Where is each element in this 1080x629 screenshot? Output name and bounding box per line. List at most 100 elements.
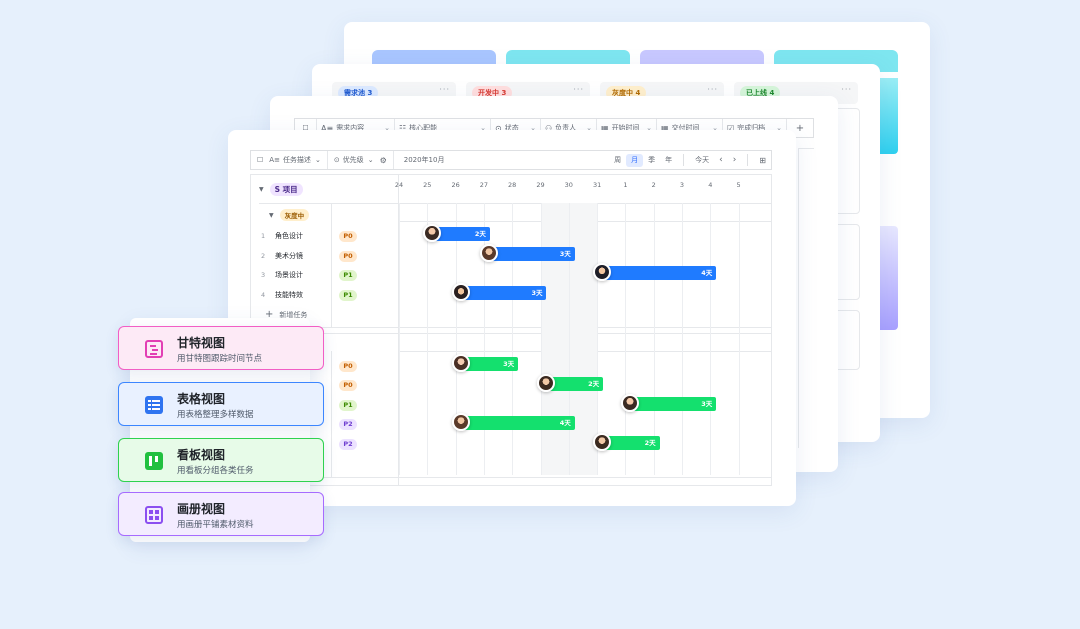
day-gridline <box>455 203 457 475</box>
priority-badge: P1 <box>339 400 357 411</box>
priority-badge: P1 <box>339 270 357 281</box>
table-row[interactable] <box>798 148 814 448</box>
collapse-icon[interactable]: ▼ <box>259 186 264 193</box>
view-title: 甘特视图 <box>177 336 226 350</box>
view-title: 画册视图 <box>177 502 226 516</box>
chevron-down-icon[interactable]: ⌄ <box>368 156 374 164</box>
task-bar[interactable]: 4天 <box>603 266 717 280</box>
task-bar[interactable]: 2天 <box>433 227 490 241</box>
weekend-column <box>540 203 569 475</box>
day-label: 31 <box>592 181 602 189</box>
gantt-toolbar: ☐ A≡ 任务描述 ⌄ ⊙ 优先级 ⌄ ⚙ 2020年10月 周 月 季 年 今… <box>250 150 772 170</box>
task-bar[interactable]: 3天 <box>461 357 519 371</box>
kanban-view-button[interactable]: 看板视图 用看板分组各类任务 <box>118 438 324 482</box>
more-icon[interactable]: ··· <box>439 85 450 94</box>
gallery-view-button[interactable]: 画册视图 用画册平铺素材资料 <box>118 492 324 536</box>
day-gridline <box>568 203 570 475</box>
priority-badge: P0 <box>339 361 357 372</box>
task-bar[interactable]: 3天 <box>631 397 717 411</box>
prev-button[interactable]: ‹ <box>714 155 728 165</box>
today-button[interactable]: 今天 <box>690 155 714 165</box>
day-label: 29 <box>536 181 545 189</box>
next-button[interactable]: › <box>728 155 742 165</box>
task-row[interactable]: 2 美术分镜 <box>261 249 303 263</box>
task-row[interactable]: 1 角色设计 <box>261 229 303 243</box>
gear-icon[interactable]: ⚙ <box>380 156 387 165</box>
more-icon[interactable]: ··· <box>707 85 718 94</box>
assignee-avatar[interactable] <box>479 244 498 262</box>
more-icon[interactable]: ··· <box>573 85 584 94</box>
day-label: 1 <box>623 181 628 189</box>
task-row[interactable]: 3 场景设计 <box>261 268 303 282</box>
day-gridline <box>682 203 683 475</box>
table-icon <box>145 396 163 414</box>
priority-selector[interactable]: ⊙ 优先级 ⌄ ⚙ <box>328 151 394 169</box>
day-label: 4 <box>708 181 713 189</box>
settings-icon[interactable]: ⊞ <box>754 156 771 165</box>
task-bar[interactable]: 3天 <box>489 247 575 261</box>
day-label: 2 <box>651 181 656 189</box>
gantt-chart-area: ▼ S 项目 ▼ 灰度中 1 角色设计 2 美术分镜 3 场景设计 4 技能特效… <box>250 174 772 486</box>
task-bar[interactable]: 2天 <box>603 436 660 450</box>
day-label: 3 <box>679 181 685 189</box>
view-title: 表格视图 <box>177 392 226 406</box>
kanban-icon <box>145 452 163 470</box>
assignee-avatar[interactable] <box>593 263 612 281</box>
task-bar[interactable]: 3天 <box>461 286 547 300</box>
scale-month-tab[interactable]: 月 <box>626 153 644 167</box>
day-label: 30 <box>564 181 573 189</box>
view-title: 看板视图 <box>177 448 226 462</box>
priority-badge: P2 <box>339 419 357 430</box>
table-view-button[interactable]: 表格视图 用表格整理多样数据 <box>118 382 324 426</box>
assignee-avatar[interactable] <box>451 283 470 301</box>
weekend-column <box>568 203 598 475</box>
day-label: 5 <box>736 181 741 189</box>
view-subtitle: 用表格整理多样数据 <box>177 410 254 420</box>
view-subtitle: 用画册平铺素材资料 <box>177 520 254 530</box>
task-row[interactable]: 4 技能特效 <box>261 288 303 302</box>
group-header[interactable]: ▼ S 项目 <box>259 183 303 196</box>
assignee-avatar[interactable] <box>536 374 555 392</box>
day-gridline <box>427 203 429 475</box>
view-subtitle: 用看板分组各类任务 <box>177 466 254 476</box>
priority-badge: P2 <box>339 439 357 450</box>
scale-quarter-tab[interactable]: 季 <box>643 155 660 165</box>
view-subtitle: 用甘特图跟踪时间节点 <box>177 354 263 364</box>
assignee-avatar[interactable] <box>593 433 612 451</box>
gantt-view-button[interactable]: 甘特视图 用甘特图跟踪时间节点 <box>118 326 324 370</box>
scale-year-tab[interactable]: 年 <box>660 155 677 165</box>
day-gridline <box>540 203 542 475</box>
day-gridline <box>738 203 740 475</box>
day-label: 27 <box>479 181 489 189</box>
task-bar[interactable]: 2天 <box>546 377 604 391</box>
subgroup-header[interactable]: ▼ 灰度中 <box>269 209 310 221</box>
scale-week-tab[interactable]: 周 <box>609 155 626 165</box>
gantt-timeline: 24 25 26 27 28 29 30 31 1 2 3 4 5 2天 3天 4天 3天 3天 2天 3天 4天 2天 <box>395 175 771 485</box>
priority-badge: P0 <box>339 380 357 391</box>
month-label: 2020年10月 <box>403 156 445 164</box>
assignee-avatar[interactable] <box>451 354 470 372</box>
day-gridline <box>710 203 712 475</box>
gantt-icon <box>145 340 163 358</box>
more-icon[interactable]: ··· <box>841 85 852 94</box>
day-label: 24 <box>394 181 404 189</box>
chevron-down-icon[interactable]: ⌄ <box>315 156 321 164</box>
status-tag: 灰度中 <box>279 209 310 221</box>
gallery-icon <box>145 506 163 524</box>
checkbox-icon[interactable]: ☐ <box>257 156 263 164</box>
task-bar[interactable]: 4天 <box>461 416 575 430</box>
day-label: 26 <box>451 181 460 189</box>
priority-badge: P1 <box>339 290 357 301</box>
text-icon: A≡ <box>269 156 280 164</box>
gantt-field-selector[interactable]: ☐ A≡ 任务描述 ⌄ <box>251 151 328 169</box>
day-gridline <box>625 203 627 475</box>
day-gridline <box>399 203 400 475</box>
group-tag: S 项目 <box>269 183 303 196</box>
day-gridline <box>653 203 655 475</box>
day-label: 25 <box>423 181 432 189</box>
day-gridline <box>512 203 514 475</box>
assignee-avatar[interactable] <box>451 413 470 431</box>
collapse-icon[interactable]: ▼ <box>269 212 274 219</box>
priority-badge: P0 <box>339 251 357 262</box>
priority-badge: P0 <box>339 231 357 242</box>
